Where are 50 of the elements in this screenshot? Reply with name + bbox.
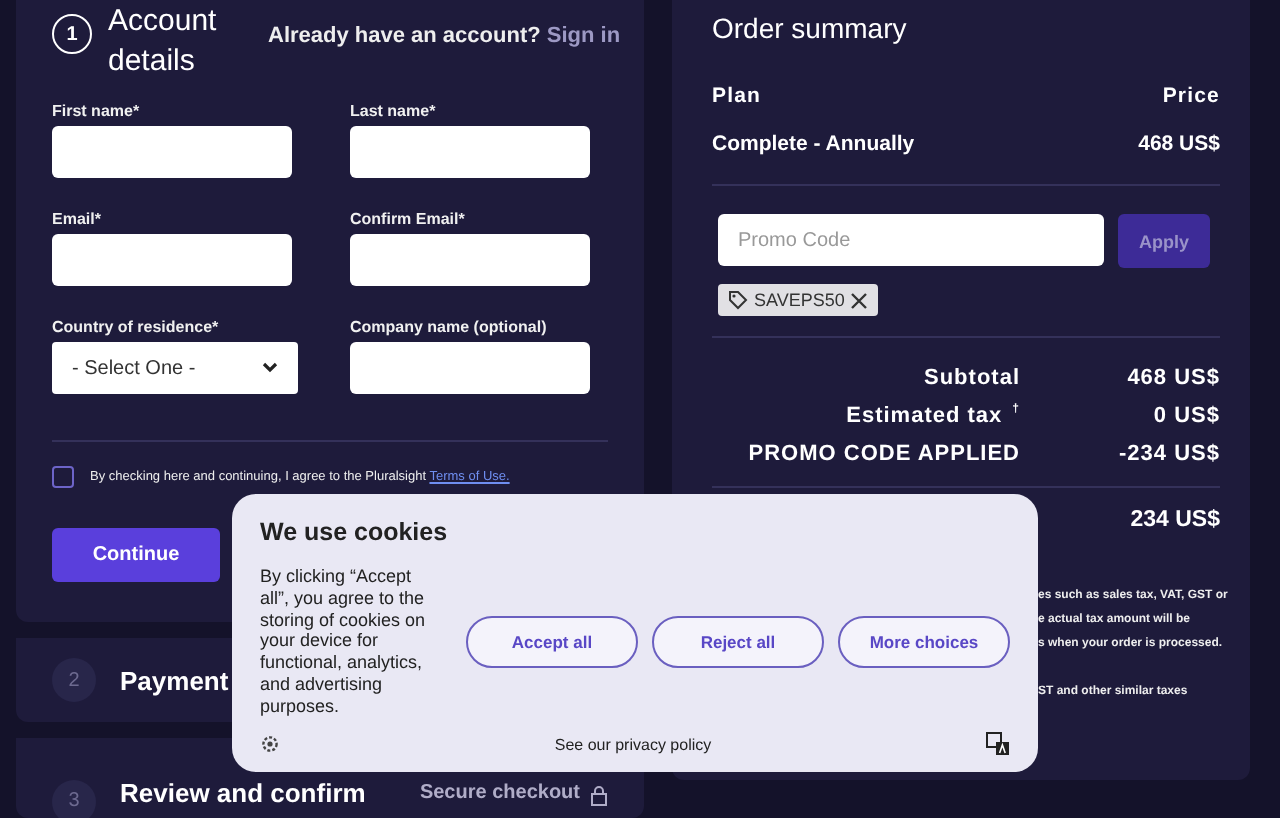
cookie-title: We use cookies	[260, 518, 450, 546]
input-field[interactable]	[52, 234, 292, 286]
summary-title: Order summary	[712, 12, 909, 48]
total-value: 468 US$	[1125, 366, 1220, 394]
secure-checkout-text: Secure checkout	[419, 780, 580, 808]
column-header: Plan	[712, 84, 762, 108]
cookie-button[interactable]: Accept all	[466, 615, 638, 668]
tag-icon	[728, 290, 748, 310]
step-number: 3	[52, 780, 96, 818]
country-select[interactable]: - Select One -	[52, 342, 298, 394]
apply-button[interactable]: Apply	[1118, 214, 1210, 268]
cookie-text: By clicking “Accept all”, you agree to the storing of cookies on your device for functional, analytics, and advertising purposes.	[260, 566, 428, 718]
order-total: 234 US$	[1128, 508, 1220, 532]
cookie-button[interactable]: More choices	[838, 615, 1010, 668]
input-field[interactable]	[350, 126, 590, 178]
translate-icon[interactable]	[985, 732, 1010, 756]
plan-price: 468 US$	[1138, 132, 1220, 156]
plan-name: Complete - Annually	[712, 132, 915, 156]
promo-chip: SAVEPS50	[718, 284, 879, 316]
sign-in-link[interactable]: Sign in	[546, 24, 621, 48]
field-label: Company name (optional)	[350, 318, 549, 340]
cookie-settings-icon[interactable]	[260, 734, 280, 754]
total-label: Subtotal	[922, 366, 1022, 394]
column-header: Price	[1162, 84, 1220, 108]
total-value: 0 US$	[1151, 404, 1220, 432]
step-number: 1	[52, 14, 92, 54]
terms-checkbox[interactable]	[52, 466, 74, 488]
field-label: Email*	[52, 210, 103, 232]
input-field[interactable]	[52, 126, 292, 178]
privacy-policy-link[interactable]: See our privacy policy	[554, 735, 712, 753]
input-field[interactable]	[350, 234, 590, 286]
remove-icon[interactable]	[850, 291, 869, 309]
section-title: Account details	[108, 2, 219, 82]
field-label: Last name*	[350, 102, 438, 124]
total-value: -234 US$	[1117, 442, 1220, 470]
promo-code-field[interactable]: Promo Code	[718, 214, 1104, 266]
step-number: 2	[52, 658, 96, 702]
continue-button[interactable]: Continue	[52, 528, 220, 582]
sign-in-prompt: Already have an account? Sign in	[268, 24, 621, 48]
chevron-down-icon	[262, 362, 278, 374]
section-title: Review and confirm	[120, 780, 366, 808]
input-field[interactable]	[350, 342, 590, 394]
section-title: Payment	[120, 665, 229, 695]
field-label: Confirm Email*	[350, 210, 467, 232]
field-label: First name*	[52, 102, 142, 124]
total-label: PROMO CODE APPLIED	[746, 442, 1022, 470]
field-label: Country of residence*	[52, 318, 221, 340]
cookie-button[interactable]: Reject all	[652, 615, 824, 668]
total-label: Estimated tax $^{†}$	[844, 404, 1022, 432]
lock-icon	[590, 783, 608, 805]
